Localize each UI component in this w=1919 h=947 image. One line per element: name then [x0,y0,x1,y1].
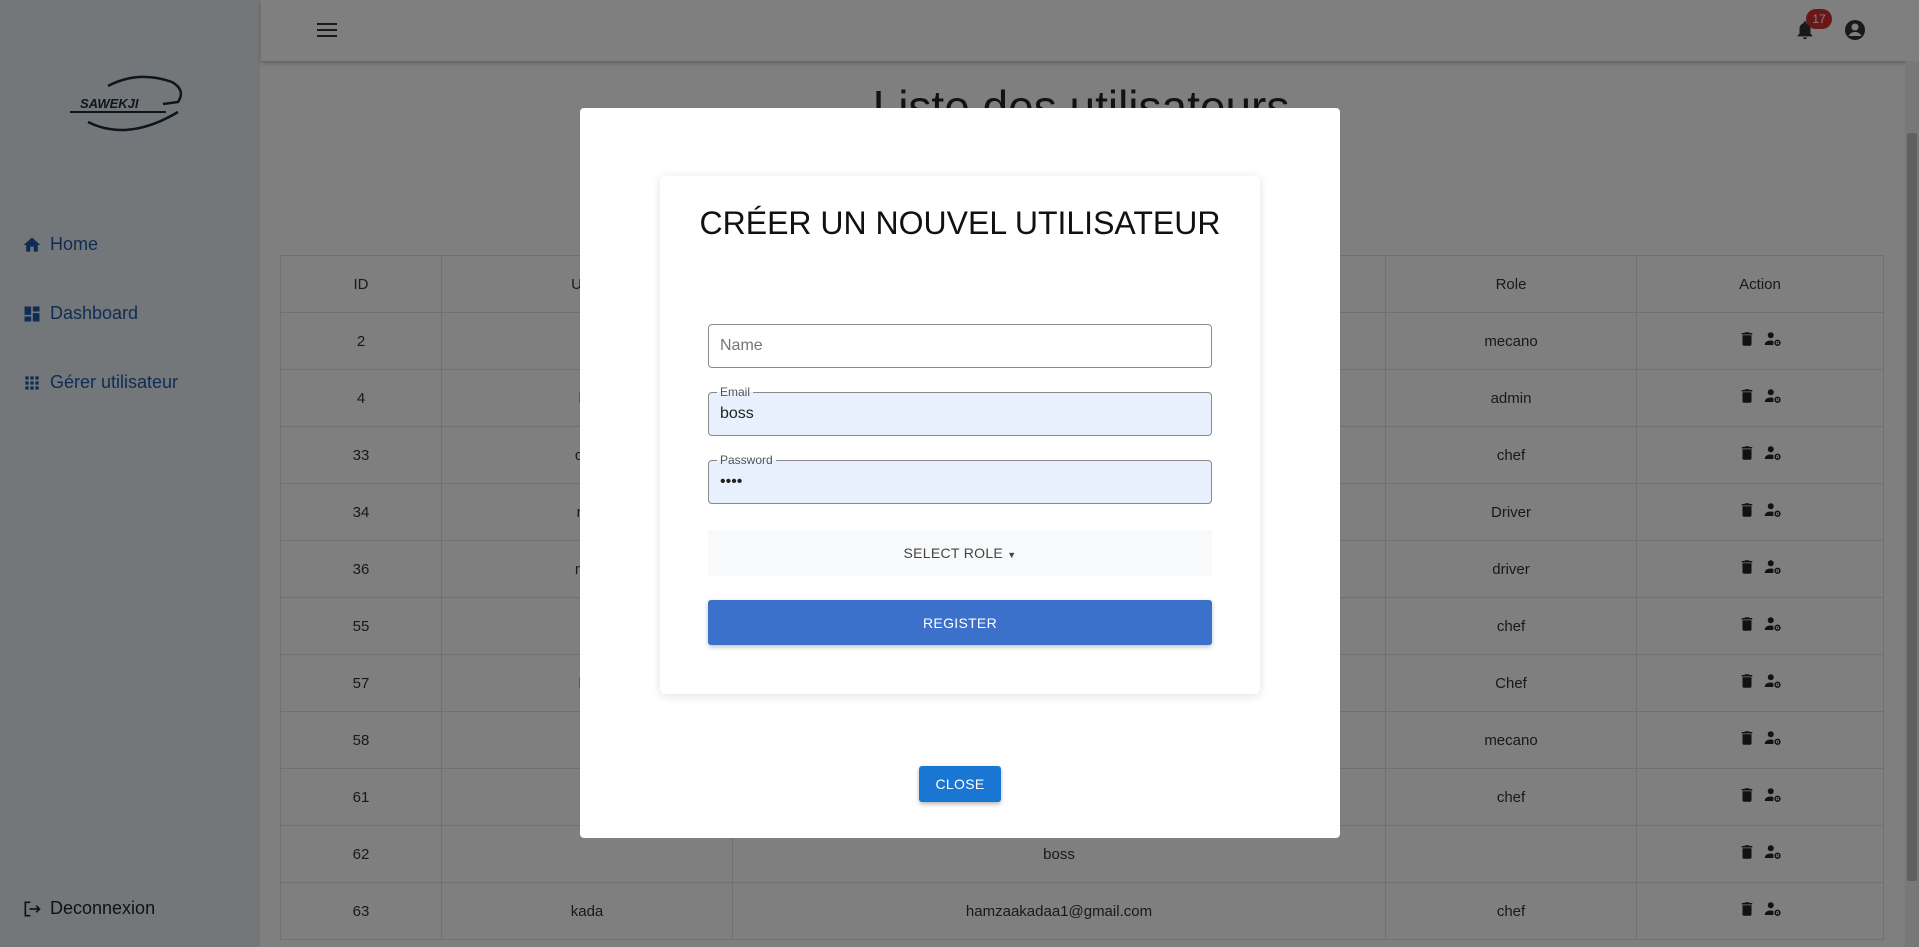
register-card: CRÉER UN NOUVEL UTILISATEUR Email Passwo… [660,176,1260,694]
modal-title: CRÉER UN NOUVEL UTILISATEUR [699,205,1221,241]
email-label: Email [717,385,754,399]
password-field[interactable]: Password [708,453,1212,504]
create-user-modal: CRÉER UN NOUVEL UTILISATEUR Email Passwo… [580,108,1340,838]
name-field[interactable] [708,324,1212,368]
email-input[interactable] [709,393,1211,435]
email-field[interactable]: Email [708,385,1212,436]
name-input[interactable] [709,325,1211,367]
caret-down-icon: ▼ [1007,550,1017,560]
register-button[interactable]: REGISTER [708,600,1212,645]
password-label: Password [717,453,776,467]
select-role-dropdown[interactable]: SELECT ROLE ▼ [708,530,1212,576]
password-input[interactable] [709,461,1211,503]
select-role-label: SELECT ROLE [903,545,1004,561]
close-button[interactable]: CLOSE [919,766,1001,802]
